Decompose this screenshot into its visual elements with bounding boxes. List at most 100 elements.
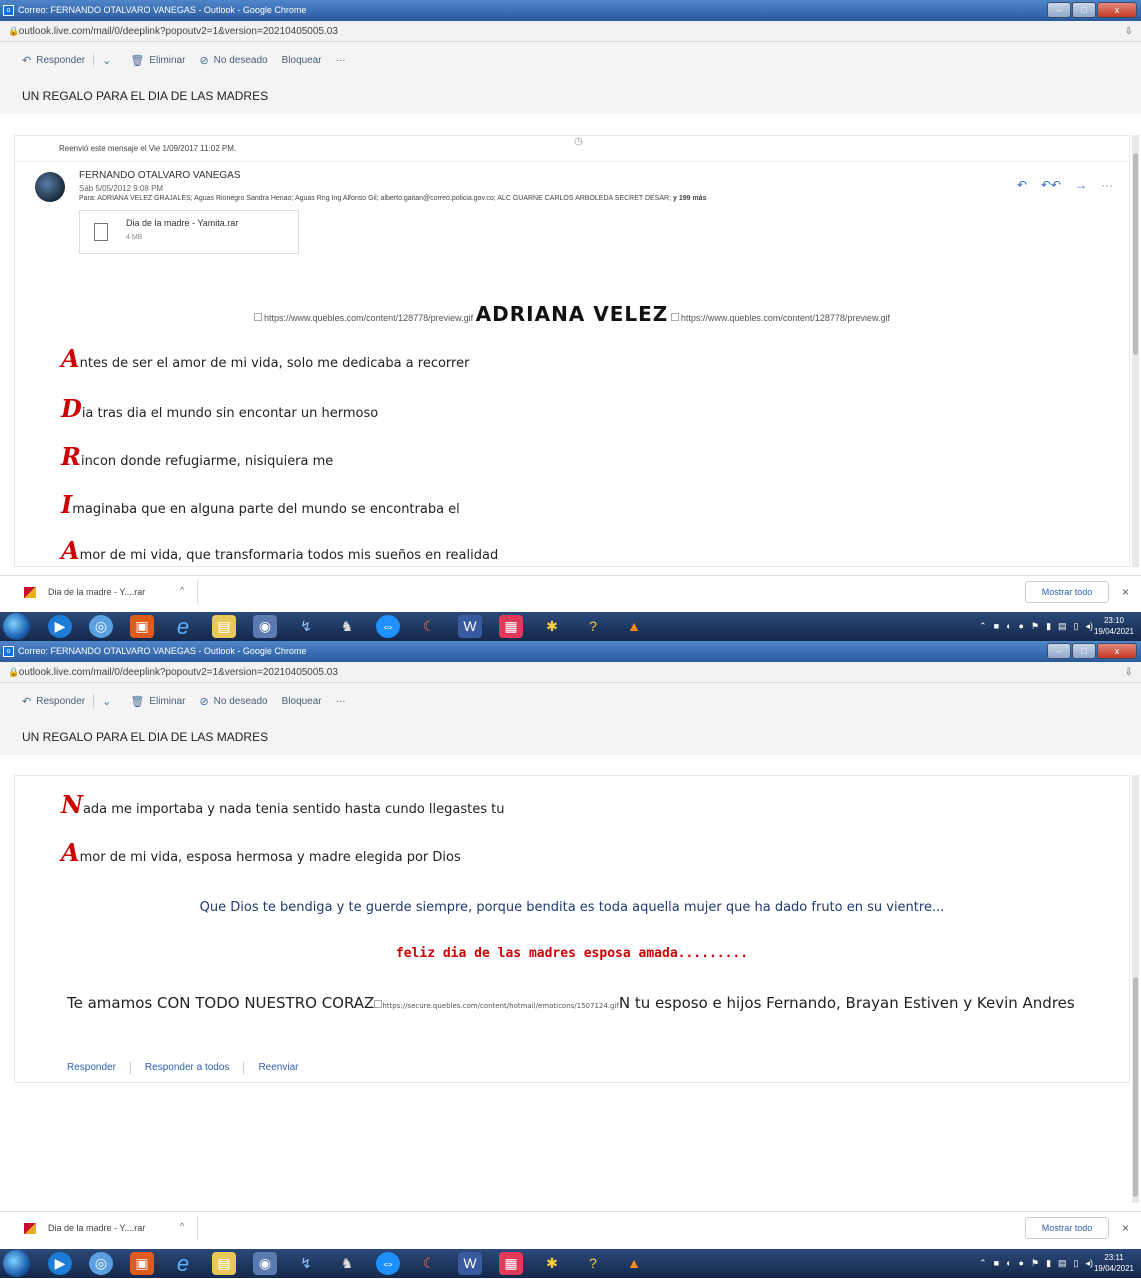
avatar[interactable] xyxy=(35,172,65,202)
show-all-button[interactable]: Mostrar todo xyxy=(1025,581,1109,603)
signal-icon[interactable]: ▮ xyxy=(1046,1258,1051,1269)
battery-icon[interactable]: ▯ xyxy=(1074,621,1079,632)
search-app-icon[interactable]: ◎ xyxy=(89,615,113,638)
tray-arrow-icon[interactable]: ⌃ xyxy=(979,621,987,632)
scroll-thumb[interactable] xyxy=(1133,977,1138,1197)
address-bar[interactable]: 🔒 outlook.live.com/mail/0/deeplink?popou… xyxy=(0,21,1141,42)
help-icon[interactable]: ? xyxy=(581,1252,605,1275)
image-app-icon[interactable]: ▦ xyxy=(499,1252,523,1275)
search-app-icon[interactable]: ◎ xyxy=(89,1252,113,1275)
download-item-name[interactable]: Dia de la madre - Y....rar xyxy=(48,587,145,597)
media-player-icon[interactable]: ▶ xyxy=(48,615,72,638)
signal-icon[interactable]: ▮ xyxy=(1046,621,1051,632)
more-recipients-link[interactable]: y 199 más xyxy=(673,195,706,202)
reply-dropdown[interactable]: ⌄ xyxy=(102,54,116,67)
internet-explorer-icon[interactable]: e xyxy=(171,1252,195,1275)
delete-button[interactable]: 🗑 Eliminar xyxy=(130,695,185,708)
chrome-icon[interactable]: ◉ xyxy=(253,1252,277,1275)
more-actions-button[interactable]: ··· xyxy=(336,696,346,707)
download-item-name[interactable]: Dia de la madre - Y....rar xyxy=(48,1223,145,1233)
folder-icon[interactable]: ▤ xyxy=(212,615,236,638)
forward-icon[interactable]: → xyxy=(1075,178,1087,192)
block-button[interactable]: Bloquear xyxy=(282,55,322,66)
app-icon[interactable]: ♞ xyxy=(335,615,359,638)
network-icon[interactable]: ▤ xyxy=(1058,1258,1067,1269)
media-player-icon[interactable]: ▶ xyxy=(48,1252,72,1275)
tray-app-icon[interactable]: ◐ xyxy=(1006,1258,1011,1269)
teamviewer-icon[interactable]: ⇔ xyxy=(376,1252,400,1275)
close-icon[interactable]: × xyxy=(1122,585,1129,599)
block-button[interactable]: Bloquear xyxy=(282,696,322,707)
network-icon[interactable]: ▤ xyxy=(1058,621,1067,632)
tray-app-icon[interactable]: ◐ xyxy=(1006,621,1011,632)
word-icon[interactable]: W xyxy=(458,1252,482,1275)
system-clock[interactable]: 23:11 19/04/2021 xyxy=(1094,1252,1134,1274)
tray-app-icon[interactable]: ● xyxy=(1019,1258,1024,1269)
tray-app-icon[interactable]: ■ xyxy=(994,1258,999,1269)
attachment-card[interactable]: Dia de la madre - Yamita.rar 4 MB xyxy=(79,210,299,254)
volume-icon[interactable]: ◂) xyxy=(1085,621,1093,632)
flag-icon[interactable]: ⚑ xyxy=(1031,621,1039,632)
tool-icon[interactable]: ↯ xyxy=(294,1252,318,1275)
help-icon[interactable]: ? xyxy=(581,615,605,638)
scrollbar[interactable] xyxy=(1132,135,1139,567)
minimize-button[interactable]: – xyxy=(1047,643,1071,659)
junk-button[interactable]: ⊘ No deseado xyxy=(199,695,267,708)
system-tray: ⌃ ■ ◐ ● ⚑ ▮ ▤ ▯ ◂) xyxy=(972,621,1093,632)
vlc-icon[interactable]: ▲ xyxy=(622,1252,646,1275)
tray-app-icon[interactable]: ● xyxy=(1019,621,1024,632)
flag-icon[interactable]: ⚑ xyxy=(1031,1258,1039,1269)
extension-icon[interactable]: ⇩ xyxy=(1125,662,1133,683)
reply-all-link[interactable]: Responder a todos xyxy=(145,1062,230,1074)
url-text[interactable]: outlook.live.com/mail/0/deeplink?popoutv… xyxy=(19,26,338,37)
app-icon[interactable]: ✱ xyxy=(540,1252,564,1275)
more-actions-button[interactable]: ··· xyxy=(336,55,346,66)
teamviewer-icon[interactable]: ⇔ xyxy=(376,615,400,638)
app-icon[interactable]: ✱ xyxy=(540,615,564,638)
close-button[interactable]: x xyxy=(1097,2,1137,18)
app-icon[interactable]: ☾ xyxy=(417,1252,441,1275)
start-button[interactable] xyxy=(3,1250,30,1277)
reply-dropdown[interactable]: ⌄ xyxy=(102,695,116,708)
tray-app-icon[interactable]: ■ xyxy=(994,621,999,632)
folder-icon[interactable]: ▤ xyxy=(212,1252,236,1275)
close-button[interactable]: x xyxy=(1097,643,1137,659)
delete-button[interactable]: 🗑 Eliminar xyxy=(130,54,185,67)
junk-button[interactable]: ⊘ No deseado xyxy=(199,54,267,67)
maximize-button[interactable]: □ xyxy=(1072,2,1096,18)
reply-button[interactable]: ↶ Responder xyxy=(22,695,85,708)
more-icon[interactable]: ··· xyxy=(1101,178,1113,192)
chevron-up-icon[interactable]: ^ xyxy=(180,1221,184,1231)
scrollbar[interactable] xyxy=(1132,775,1139,1203)
scroll-thumb[interactable] xyxy=(1133,153,1138,355)
reply-all-icon[interactable]: ↶↶ xyxy=(1041,178,1061,192)
minimize-button[interactable]: – xyxy=(1047,2,1071,18)
battery-icon[interactable]: ▯ xyxy=(1074,1258,1079,1269)
internet-explorer-icon[interactable]: e xyxy=(171,615,195,638)
extension-icon[interactable]: ⇩ xyxy=(1125,21,1133,42)
show-all-button[interactable]: Mostrar todo xyxy=(1025,1217,1109,1239)
reply-button[interactable]: ↶ Responder xyxy=(22,54,85,67)
tool-icon[interactable]: ↯ xyxy=(294,615,318,638)
image-app-icon[interactable]: ▦ xyxy=(499,615,523,638)
media-app-icon[interactable]: ▣ xyxy=(130,615,154,638)
start-button[interactable] xyxy=(3,613,30,640)
reply-link[interactable]: Responder xyxy=(67,1062,116,1074)
reply-icon[interactable]: ↶ xyxy=(1017,178,1027,192)
chrome-icon[interactable]: ◉ xyxy=(253,615,277,638)
maximize-button[interactable]: □ xyxy=(1072,643,1096,659)
word-icon[interactable]: W xyxy=(458,615,482,638)
url-text[interactable]: outlook.live.com/mail/0/deeplink?popoutv… xyxy=(19,667,338,678)
sender-name[interactable]: FERNANDO OTALVARO VANEGAS xyxy=(79,170,241,181)
close-icon[interactable]: × xyxy=(1122,1221,1129,1235)
forward-link[interactable]: Reenviar xyxy=(258,1062,298,1074)
app-icon[interactable]: ♞ xyxy=(335,1252,359,1275)
volume-icon[interactable]: ◂) xyxy=(1085,1258,1093,1269)
app-icon[interactable]: ☾ xyxy=(417,615,441,638)
media-app-icon[interactable]: ▣ xyxy=(130,1252,154,1275)
address-bar[interactable]: 🔒 outlook.live.com/mail/0/deeplink?popou… xyxy=(0,662,1141,683)
vlc-icon[interactable]: ▲ xyxy=(622,615,646,638)
chevron-up-icon[interactable]: ^ xyxy=(180,585,184,595)
system-clock[interactable]: 23:10 19/04/2021 xyxy=(1094,615,1134,637)
tray-arrow-icon[interactable]: ⌃ xyxy=(979,1258,987,1269)
